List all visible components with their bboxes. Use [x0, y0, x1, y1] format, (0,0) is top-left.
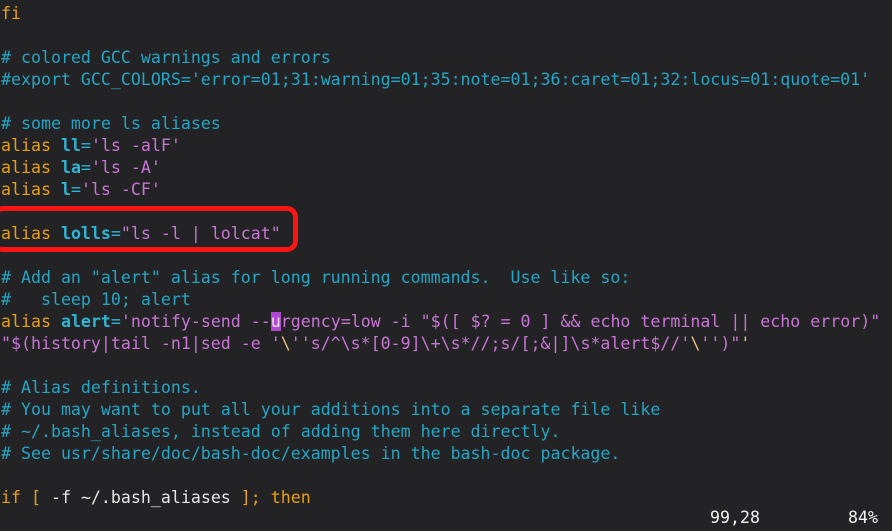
comment-text: # some more ls aliases [1, 114, 221, 133]
code-line-comment-defs-4: # See usr/share/doc/bash-doc/examples in… [0, 443, 892, 465]
code-line-alias-l: alias l='ls -CF' [0, 179, 892, 201]
keyword-alias: alias [1, 136, 61, 155]
keyword-alias: alias [1, 180, 61, 199]
code-line-alias-la: alias la='ls -A' [0, 157, 892, 179]
comment-text: # sleep 10; alert [1, 290, 191, 309]
keyword-alias: alias [1, 312, 61, 331]
comment-text: #export GCC_COLORS='error=01;31:warning=… [1, 70, 871, 89]
code-line-comment-defs-3: # ~/.bash_aliases, instead of adding the… [0, 421, 892, 443]
comment-text: # Add an "alert" alias for long running … [1, 268, 631, 287]
comment-text: # ~/.bash_aliases, instead of adding the… [1, 422, 561, 441]
status-scroll-percent: 84% [848, 508, 878, 527]
code-line-comment-defs-1: # Alias definitions. [0, 377, 892, 399]
comment-text: # colored GCC warnings and errors [1, 48, 331, 67]
status-cursor-position: 99,28 [710, 508, 760, 527]
alias-name-l: l [60, 180, 71, 199]
alert-continuation-d: )" [720, 334, 741, 353]
code-line-comment-defs-2: # You may want to put all your additions… [0, 399, 892, 421]
code-line-comment-alert-2: # sleep 10; alert [0, 289, 892, 311]
escape-backslash: \ [280, 334, 291, 353]
alias-name-alert: alert [60, 312, 111, 331]
terminal-window: fi # colored GCC warnings and errors #ex… [0, 0, 892, 531]
code-line-alias-ll: alias ll='ls -alF' [0, 135, 892, 157]
alias-value-ll: 'ls -alF' [90, 136, 181, 155]
code-line-comment-gcc-export: #export GCC_COLORS='error=01;31:warning=… [0, 69, 892, 91]
code-line-fi: fi [0, 3, 892, 25]
alert-continuation-b: ''s/^\s*[0-9]\+\s*//;s/[;&|]\s*alert$//' [290, 334, 691, 353]
keyword-alias: alias [1, 158, 61, 177]
alias-value-alert-before-cursor: 'notify-send -- [120, 312, 271, 331]
alert-continuation-a: "$(history|tail -n1|sed -e ' [1, 334, 281, 353]
block-cursor[interactable]: u [270, 312, 281, 331]
equals-operator: = [110, 224, 121, 243]
comment-text: # You may want to put all your additions… [1, 400, 661, 419]
alias-value-la: 'ls -A' [90, 158, 161, 177]
vim-text-buffer[interactable]: fi # colored GCC warnings and errors #ex… [0, 0, 892, 509]
alias-name-ll: ll [60, 136, 81, 155]
alias-value-l: 'ls -CF' [80, 180, 161, 199]
equals-operator: = [80, 158, 91, 177]
equals-operator: = [80, 136, 91, 155]
keyword-fi: fi [1, 4, 21, 23]
keyword-alias: alias [1, 224, 61, 243]
code-line-alias-lolls: alias lolls="ls -l | lolcat" [0, 223, 892, 245]
alias-value-alert-after-cursor: rgency=low -i "$([ $? = 0 ] && echo term… [280, 312, 881, 331]
code-line-comment-alert-1: # Add an "alert" alias for long running … [0, 267, 892, 289]
code-line-comment-ls-aliases: # some more ls aliases [0, 113, 892, 135]
code-line-alias-alert-continued: "$(history|tail -n1|sed -e '\''s/^\s*[0-… [0, 333, 892, 355]
code-line-comment-gcc-header: # colored GCC warnings and errors [0, 47, 892, 69]
alert-continuation-c: '' [700, 334, 721, 353]
alias-name-lolls: lolls [60, 224, 111, 243]
equals-operator: = [70, 180, 81, 199]
code-line-alias-alert: alias alert='notify-send --urgency=low -… [0, 311, 892, 333]
alert-continuation-e: ' [740, 334, 751, 353]
equals-operator: = [110, 312, 121, 331]
comment-text: # See usr/share/doc/bash-doc/examples in… [1, 444, 621, 463]
alias-name-la: la [60, 158, 81, 177]
alias-value-lolls: "ls -l | lolcat" [120, 224, 281, 243]
escape-backslash: \ [690, 334, 701, 353]
comment-text: # Alias definitions. [1, 378, 201, 397]
